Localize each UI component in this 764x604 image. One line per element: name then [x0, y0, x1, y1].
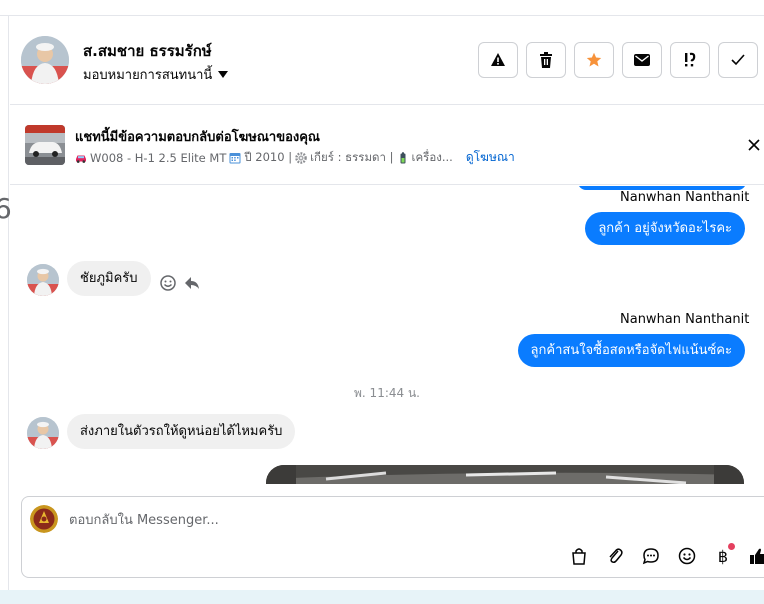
- ad-banner-title: แชทนี้มีข้อความตอบกลับต่อโฆษณาของคุณ: [75, 130, 320, 145]
- trash-icon: [540, 52, 552, 68]
- outgoing-message[interactable]: ลูกค้าสนใจซื้อสดหรือจัดไฟแน้นซ์คะ: [517, 334, 745, 367]
- ad-reply-banner: แชทนี้มีข้อความตอบกลับต่อโฆษณาของคุณ W00…: [10, 105, 764, 185]
- calendar-icon: [229, 152, 241, 164]
- reply-input[interactable]: [69, 509, 669, 531]
- close-banner-button[interactable]: [744, 135, 764, 155]
- envelope-icon: [634, 54, 650, 66]
- conversation-header: ส.สมชาย ธรรมรักษ์ มอบหมายการสนทนานี้: [10, 17, 764, 105]
- close-icon: [748, 139, 760, 151]
- ad-engine: เครื่อง...: [411, 149, 453, 164]
- ad-banner-details: W008 - H-1 2.5 Elite MT ปี 2010 | เกียร์…: [75, 148, 515, 167]
- incoming-message[interactable]: ส่งภายในตัวรถให้ดูหน่อยได้ไหมครับ: [67, 414, 296, 449]
- assign-conversation-dropdown[interactable]: มอบหมายการสนทนานี้: [83, 64, 229, 85]
- message-composer: ฿: [21, 496, 764, 578]
- star-button[interactable]: [574, 42, 614, 78]
- sender-name: Nanwhan Nanthanit: [620, 190, 750, 205]
- emoji-icon: [678, 547, 696, 565]
- ad-year: ปี 2010 |: [244, 149, 293, 164]
- done-button[interactable]: [718, 42, 758, 78]
- view-ad-link[interactable]: ดูโฆษณา: [466, 148, 515, 167]
- incoming-message[interactable]: ชัยภูมิครับ: [67, 261, 151, 296]
- flag-important-icon: [685, 52, 696, 67]
- contact-avatar-small[interactable]: [27, 264, 59, 296]
- emoji-button[interactable]: [673, 544, 701, 568]
- ad-code: W008 - H-1 2.5 Elite MT: [90, 150, 227, 165]
- attach-button[interactable]: [601, 544, 629, 568]
- battery-icon: [397, 151, 409, 164]
- contact-avatar[interactable]: [21, 36, 69, 84]
- saved-reply-button[interactable]: [637, 544, 665, 568]
- warning-icon: [491, 53, 505, 66]
- message-thread: Nanwhan Nanthanit ลูกค้า อยู่จังหวัดอะไร…: [10, 186, 764, 484]
- top-strip: [0, 0, 764, 16]
- caret-down-icon: [218, 71, 229, 78]
- car-icon: [75, 152, 87, 164]
- unread-button[interactable]: [622, 42, 662, 78]
- contact-name: ส.สมชาย ธรรมรักษ์: [83, 42, 212, 60]
- follow-up-button[interactable]: [670, 42, 710, 78]
- contact-avatar-small[interactable]: [27, 417, 59, 449]
- chat-bubble-icon: [642, 548, 659, 565]
- message-timestamp: พ. 11:44 น.: [354, 386, 420, 400]
- baht-icon: ฿: [717, 546, 729, 566]
- payment-button[interactable]: ฿: [709, 543, 737, 568]
- shopping-bag-icon: [572, 548, 586, 565]
- thumbs-up-icon: [750, 548, 764, 564]
- delete-button[interactable]: [526, 42, 566, 78]
- star-icon: [586, 52, 602, 67]
- check-icon: [731, 54, 745, 66]
- assign-label: มอบหมายการสนทนานี้: [83, 68, 213, 83]
- notification-dot: [728, 543, 735, 550]
- report-button[interactable]: [478, 42, 518, 78]
- react-emoji-icon[interactable]: [159, 274, 177, 292]
- paperclip-icon: [609, 548, 623, 564]
- page-avatar: [30, 505, 58, 533]
- reply-arrow-icon[interactable]: [183, 274, 201, 292]
- shop-button[interactable]: [565, 544, 593, 568]
- ad-gear: เกียร์ : ธรรมดา |: [310, 149, 394, 164]
- like-button[interactable]: [745, 544, 764, 568]
- composer-tools: ฿: [565, 543, 764, 568]
- ad-thumbnail[interactable]: [25, 125, 65, 165]
- left-gutter: 6: [0, 16, 12, 590]
- gear-icon: [295, 151, 307, 164]
- outgoing-message[interactable]: ลูกค้า อยู่จังหวัดอะไรคะ: [585, 212, 745, 245]
- header-actions: [478, 42, 758, 78]
- page-footer-strip: [0, 590, 764, 604]
- attached-photo[interactable]: [266, 465, 744, 484]
- sender-name: Nanwhan Nanthanit: [620, 312, 750, 327]
